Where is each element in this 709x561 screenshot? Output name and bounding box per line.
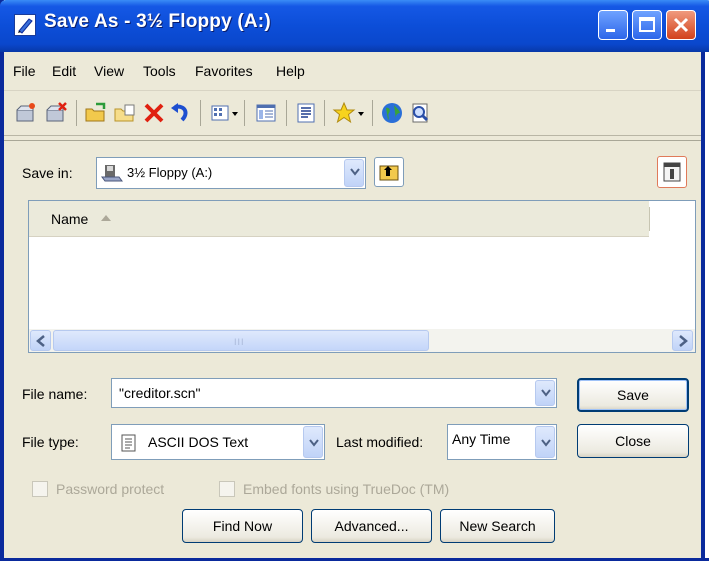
menu-tools[interactable]: Tools [143,63,176,79]
globe-icon[interactable] [380,101,404,125]
password-protect-label: Password protect [56,481,165,497]
password-protect-checkbox[interactable] [32,481,48,497]
menu-view[interactable]: View [94,63,124,79]
toolbar-separator [286,100,287,126]
chevron-down-icon [309,439,319,447]
last-modified-dropdown[interactable]: Any Time [447,424,557,460]
save-as-window: Save As - 3½ Floppy (A:) File Edit View … [0,0,709,561]
embed-fonts-label: Embed fonts using TrueDoc (TM) [243,481,450,497]
file-list[interactable]: Name III [28,200,696,353]
toolbar-separator [244,100,245,126]
chevron-right-icon [679,335,688,347]
properties-icon[interactable] [254,101,278,125]
save-in-dropdown-arrow[interactable] [344,159,364,187]
new-folder-icon[interactable] [14,101,38,125]
save-button[interactable]: Save [577,378,689,412]
delete-icon[interactable] [142,101,166,125]
undo-icon[interactable] [168,101,192,125]
column-divider [649,207,650,231]
toolbar-separator [324,100,325,126]
tools-button[interactable] [657,156,687,188]
last-modified-value: Any Time [452,431,511,447]
search-icon[interactable] [408,101,432,125]
menu-edit[interactable]: Edit [52,63,76,79]
chevron-down-icon [541,389,551,397]
close-window-button[interactable] [666,10,696,40]
minimize-icon [606,29,615,32]
up-one-level-button[interactable] [374,157,404,187]
name-column-label: Name [51,211,89,227]
last-modified-dropdown-arrow[interactable] [535,426,555,458]
save-in-label: Save in: [22,165,73,181]
save-in-dropdown[interactable]: 3½ Floppy (A:) [96,157,366,189]
file-name-label: File name: [22,386,88,402]
menu-help[interactable]: Help [276,63,305,79]
delete-folder-icon[interactable] [44,101,68,125]
sort-ascending-icon [101,215,111,221]
chevron-down-icon [350,168,360,176]
file-name-value: "creditor.scn" [119,385,201,401]
chevron-down-icon [541,439,551,447]
minimize-button[interactable] [598,10,628,40]
menu-file[interactable]: File [13,63,36,79]
maximize-button[interactable] [632,10,662,40]
open-folder-icon[interactable] [84,101,108,125]
file-type-label: File type: [22,434,79,450]
toolbar [4,90,701,136]
new-search-button[interactable]: New Search [440,509,555,543]
scroll-right-button[interactable] [672,330,693,351]
toolbar-separator [76,100,77,126]
file-type-dropdown[interactable]: ASCII DOS Text [111,424,325,460]
scrollbar-thumb[interactable]: III [53,330,429,351]
name-column-header[interactable]: Name [29,201,650,237]
menu-bar: File Edit View Tools Favorites Help [4,58,701,84]
separator-line [4,140,701,141]
toolbar-separator [372,100,373,126]
save-in-value: 3½ Floppy (A:) [127,165,213,180]
file-name-input[interactable]: "creditor.scn" [111,378,557,408]
maximize-icon [639,17,655,32]
edit-document-icon [14,14,36,36]
file-name-dropdown-arrow[interactable] [535,380,555,406]
last-modified-label: Last modified: [336,434,424,450]
horizontal-scrollbar[interactable]: III [29,329,695,352]
file-type-value: ASCII DOS Text [148,434,249,450]
file-type-dropdown-arrow[interactable] [303,426,323,458]
close-icon [673,17,689,33]
floppy-drive-icon [101,163,123,186]
tools-icon [663,162,681,182]
views-icon[interactable] [210,101,238,125]
scrollbar-grip: III [234,337,245,347]
toolbar-separator [200,100,201,126]
close-button[interactable]: Close [577,424,689,458]
preview-icon[interactable] [294,101,318,125]
advanced-button[interactable]: Advanced... [311,509,432,543]
embed-fonts-checkbox[interactable] [219,481,235,497]
window-title: Save As - 3½ Floppy (A:) [44,11,271,32]
open-icon[interactable] [113,101,137,125]
menu-favorites[interactable]: Favorites [195,63,253,79]
up-folder-icon [379,165,399,181]
favorites-icon[interactable] [332,101,364,125]
scroll-left-button[interactable] [30,330,51,351]
find-now-button[interactable]: Find Now [182,509,303,543]
text-document-icon [121,434,137,455]
chevron-left-icon [36,335,45,347]
title-bar[interactable]: Save As - 3½ Floppy (A:) [0,0,709,52]
